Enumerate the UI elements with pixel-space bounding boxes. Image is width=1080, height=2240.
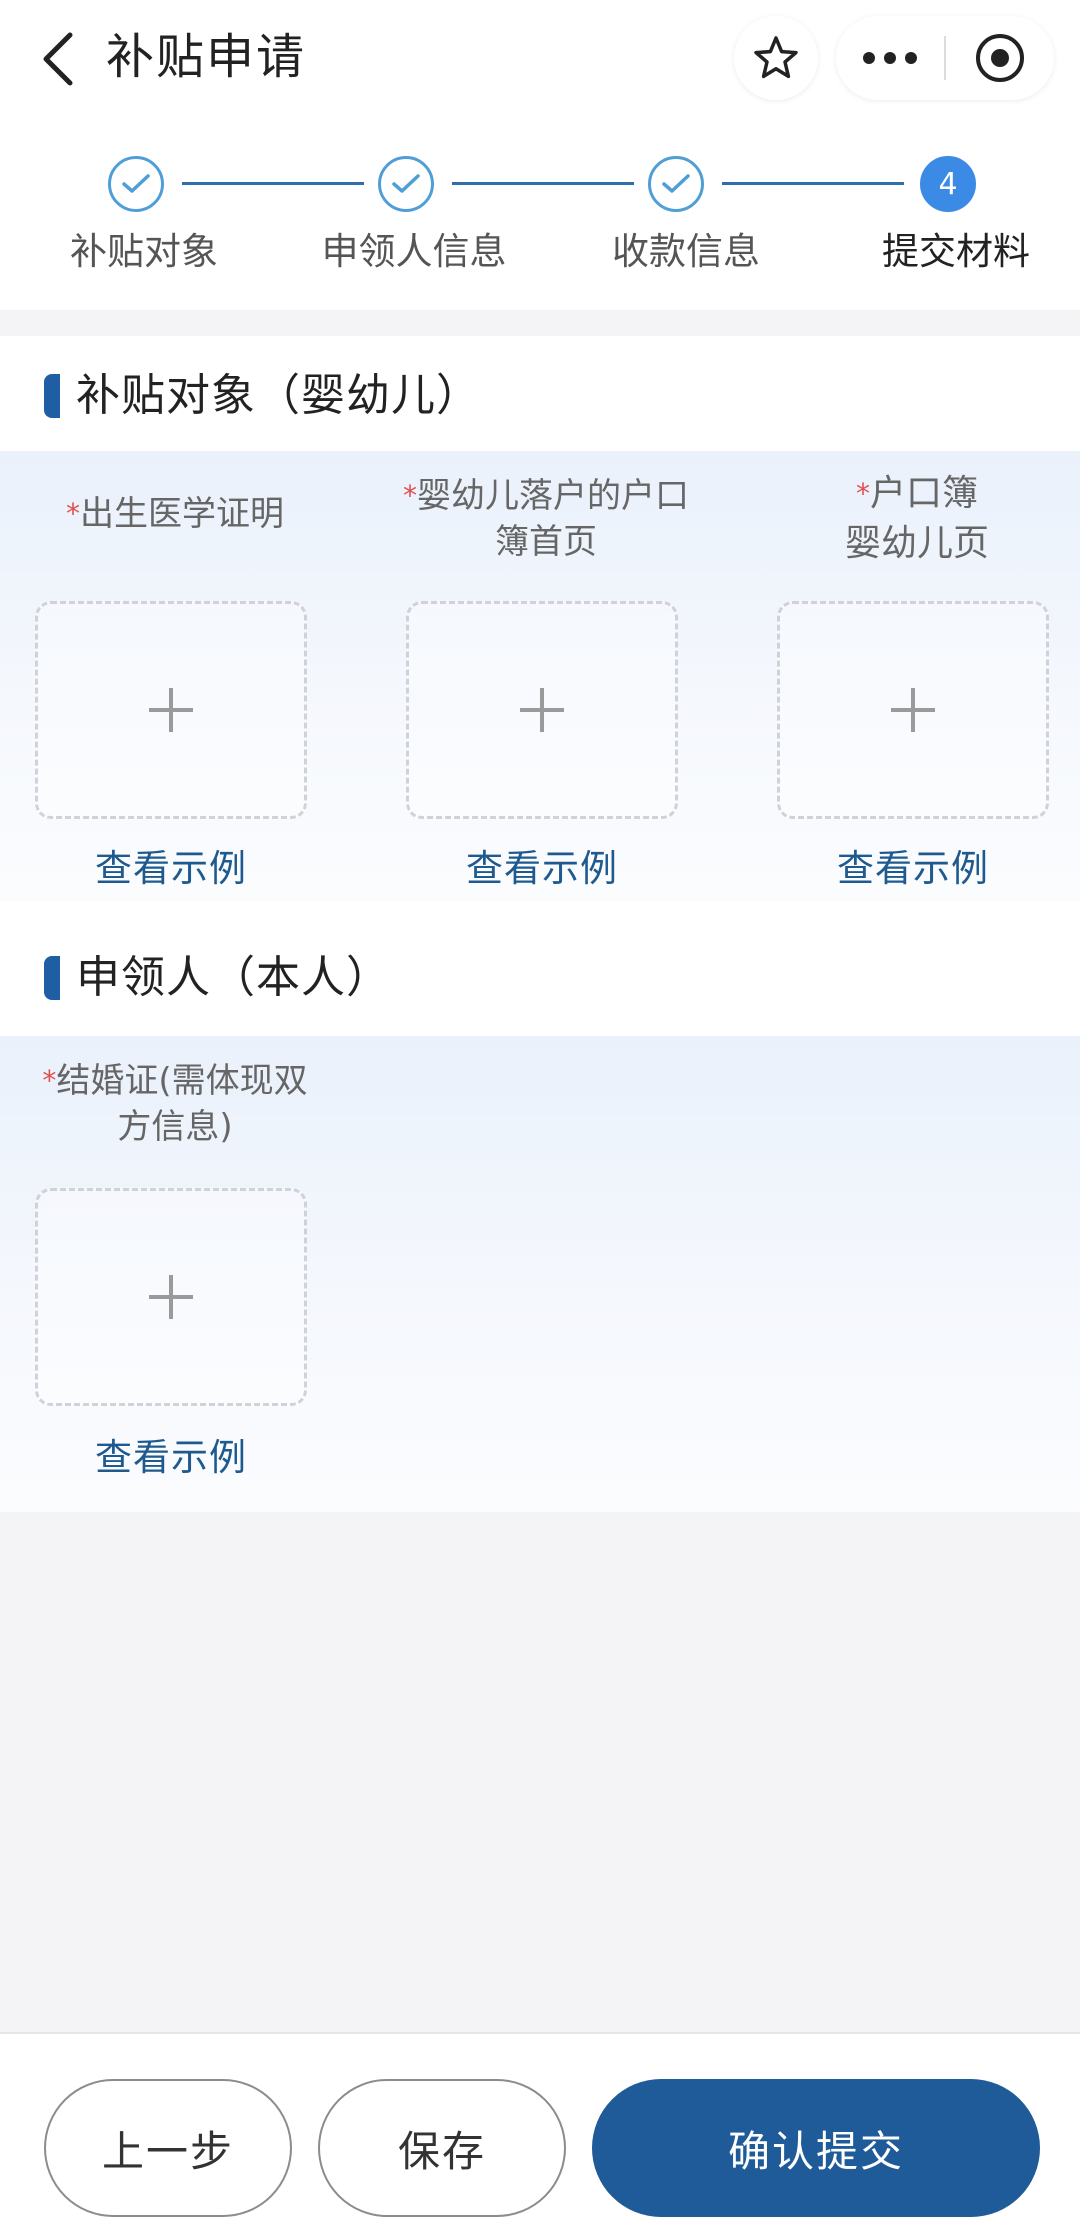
bottom-action-bar: 上一步 保存 确认提交 — [0, 2032, 1080, 2240]
upload-label-text: 出生医学证明 — [80, 494, 284, 534]
plus-icon — [149, 1275, 193, 1319]
view-example-link[interactable]: 查看示例 — [35, 1433, 307, 1483]
page-title: 补贴申请 — [106, 29, 307, 85]
step-connector — [182, 182, 364, 185]
step-label: 补贴对象 — [70, 230, 218, 273]
plus-icon — [520, 688, 564, 732]
upload-box[interactable] — [35, 601, 307, 819]
section-header-subsidy-target: 补贴对象（婴幼儿） — [0, 336, 1080, 451]
section-accent-bar — [44, 956, 60, 1000]
more-dots-icon — [863, 52, 917, 64]
back-chevron-icon — [43, 32, 73, 86]
upload-label-text: 婴幼儿页 — [844, 523, 989, 564]
upload-label: *结婚证(需体现双 方信息) — [15, 1058, 335, 1150]
section-accent-bar — [44, 374, 60, 418]
upload-box[interactable] — [406, 601, 678, 819]
check-icon — [122, 174, 150, 193]
plus-icon — [891, 688, 935, 732]
nav-bar: 补贴申请 — [0, 0, 1080, 125]
upload-label-text: 方信息) — [117, 1107, 233, 1147]
upload-label: *婴幼儿落户的户口 簿首页 — [386, 473, 706, 565]
mini-program-capsule — [836, 16, 1054, 100]
close-mini-program-button[interactable] — [946, 16, 1054, 100]
target-icon — [976, 34, 1024, 82]
more-button[interactable] — [836, 16, 944, 100]
upload-box[interactable] — [35, 1188, 307, 1406]
view-example-link[interactable]: 查看示例 — [406, 844, 678, 894]
upload-label: *出生医学证明 — [15, 491, 335, 537]
step-label-active: 提交材料 — [882, 230, 1030, 273]
upload-label-text: 婴幼儿落户的户口 — [417, 476, 689, 516]
confirm-submit-button[interactable]: 确认提交 — [592, 2079, 1040, 2217]
save-button[interactable]: 保存 — [318, 2079, 566, 2217]
required-mark: * — [42, 1064, 57, 1097]
back-button[interactable] — [28, 24, 88, 94]
upload-area-subsidy-target: *出生医学证明 查看示例 *婴幼儿落户的户口 簿首页 查看示例 *户口簿 婴幼儿… — [0, 451, 1080, 901]
upload-label-text: 结婚证(需体现双 — [56, 1061, 308, 1101]
upload-box[interactable] — [777, 601, 1049, 819]
section-title: 申领人（本人） — [76, 952, 391, 1003]
upload-area-applicant: *结婚证(需体现双 方信息) 查看示例 — [0, 1036, 1080, 1512]
section-header-applicant: 申领人（本人） — [0, 901, 1080, 1036]
required-mark: * — [403, 479, 417, 512]
progress-stepper: 4 补贴对象 申领人信息 收款信息 提交材料 — [0, 125, 1080, 310]
section-title: 补贴对象（婴幼儿） — [76, 370, 481, 421]
upload-label: *户口簿 婴幼儿页 — [757, 469, 1077, 569]
required-mark: * — [66, 497, 80, 530]
favorite-button[interactable] — [734, 16, 818, 100]
upload-label-text: 户口簿 — [869, 473, 978, 514]
step-4-number: 4 — [920, 156, 976, 212]
step-label: 收款信息 — [612, 230, 760, 273]
plus-icon — [149, 688, 193, 732]
section-gap — [0, 310, 1080, 336]
step-label: 申领人信息 — [321, 230, 507, 273]
step-connector — [452, 182, 634, 185]
step-connector — [722, 182, 904, 185]
upload-label-text: 簿首页 — [495, 522, 597, 562]
check-icon — [662, 174, 690, 193]
view-example-link[interactable]: 查看示例 — [35, 844, 307, 894]
view-example-link[interactable]: 查看示例 — [777, 844, 1049, 894]
required-mark: * — [855, 477, 870, 510]
star-icon — [754, 36, 798, 79]
step-1-check — [108, 156, 164, 212]
previous-step-button[interactable]: 上一步 — [44, 2079, 292, 2217]
step-3-check — [648, 156, 704, 212]
step-2-check — [378, 156, 434, 212]
check-icon — [392, 174, 420, 193]
